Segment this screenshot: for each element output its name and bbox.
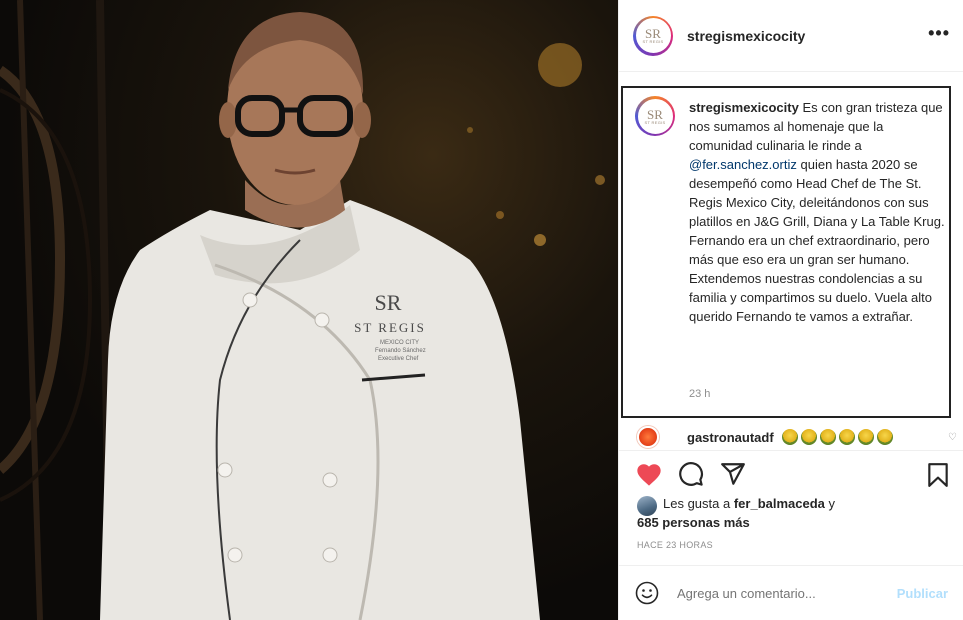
share-icon[interactable] [719,461,747,487]
caption-body-end: quien hasta 2020 se desempeñó como Head … [689,157,945,324]
comment-like-icon[interactable]: ♡ [948,432,957,443]
profile-avatar[interactable]: SR ST REGIS [633,15,673,56]
action-bar [619,450,963,494]
publish-button[interactable]: Publicar [897,586,948,601]
caption-avatar[interactable]: SR ST REGIS [635,96,675,136]
emoji-icon [800,429,817,445]
patch-line-2: Fernando Sánchez [375,348,426,354]
bookmark-icon[interactable] [925,461,951,489]
add-comment-bar: Publicar [619,565,963,620]
heart-icon[interactable] [635,461,663,487]
comment-input[interactable] [677,585,897,601]
caption-username[interactable]: stregismexicocity [689,100,799,115]
more-horizontal-icon[interactable]: ••• [928,24,950,42]
avatar-text: ST REGIS [644,119,666,125]
comment-emojis [781,429,893,445]
liker-username[interactable]: fer_balmaceda [734,496,825,511]
commenter-avatar[interactable] [637,426,659,448]
patch-logo: SR [375,290,402,315]
emoji-icon [876,429,893,445]
likes-prefix: Les gusta a [663,496,731,511]
patch-line-1: MEXICO CITY [380,340,419,346]
comment-row: gastronautadf ♡ [637,426,957,448]
emoji-icon [838,429,855,445]
avatar-logo: SR [647,106,663,122]
avatar-text: ST REGIS [642,39,664,44]
caption-text: stregismexicocity Es con gran tristeza q… [689,98,947,326]
comment-username[interactable]: gastronautadf [687,430,774,445]
likes-summary: Les gusta a fer_balmaceda y 685 personas… [637,494,957,532]
emoji-icon [781,429,798,445]
patch-brand: ST REGIS [354,320,426,335]
comment-icon[interactable] [677,461,705,487]
chef-photo-illustration: SR ST REGIS MEXICO CITY Fernando Sánchez… [0,0,605,620]
caption-mention-link[interactable]: @fer.sanchez.ortiz [689,157,797,172]
post-time[interactable]: HACE 23 HORAS [637,540,713,550]
post-header: SR ST REGIS stregismexicocity ••• [619,0,963,72]
post-side-panel: SR ST REGIS stregismexicocity ••• SR ST … [618,0,963,620]
post-photo[interactable]: SR ST REGIS MEXICO CITY Fernando Sánchez… [0,0,618,620]
emoji-icon [857,429,874,445]
emoji-smile-icon[interactable] [635,581,659,605]
header-username[interactable]: stregismexicocity [687,28,805,44]
caption-box: SR ST REGIS stregismexicocity Es con gra… [621,86,951,418]
likes-joiner: y [828,496,836,511]
patch-line-3: Executive Chef [378,356,419,362]
liker-avatar[interactable] [637,496,657,516]
caption-timestamp: 23 h [689,388,711,400]
likes-others-link[interactable]: 685 personas más [637,513,957,532]
emoji-icon [819,429,836,445]
